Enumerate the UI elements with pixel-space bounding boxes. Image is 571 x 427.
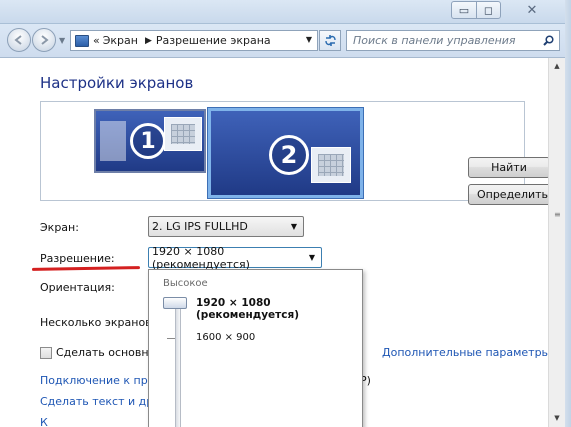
resolution-select[interactable]: 1920 × 1080 (рекомендуется) ▼ (148, 244, 322, 271)
identify-button[interactable]: Определить (468, 184, 557, 205)
close-button[interactable]: ✕ (510, 1, 554, 19)
find-button[interactable]: Найти (468, 157, 550, 178)
resolution-slider-thumb[interactable] (163, 297, 187, 309)
refresh-icon (324, 35, 336, 46)
resolution-option[interactable]: 1600 × 900 (196, 332, 255, 343)
chevron-down-icon: ▼ (290, 222, 297, 231)
title-bar: ▭ ◻ ✕ (0, 0, 571, 24)
chevron-down-icon: ▼ (308, 253, 315, 262)
resolution-label: Разрешение: (40, 252, 115, 265)
monitor-arrangement-panel: 1 2 Найти Определить (40, 101, 557, 205)
control-panel-icon (75, 34, 89, 47)
make-primary-checkbox[interactable] (40, 347, 52, 359)
vertical-scrollbar[interactable]: ▲ ≡ ▼ (548, 58, 565, 427)
navigation-toolbar: ▼ « Экран ▶ Разрешение экрана ▼ Поиск в … (0, 24, 571, 58)
monitor-2[interactable]: 2 (208, 108, 363, 198)
monitor-2-window-icon (311, 147, 351, 183)
slider-tick (167, 338, 175, 339)
scrollbar-grip-icon[interactable]: ≡ (554, 210, 561, 219)
page-title: Настройки экранов (40, 74, 194, 92)
breadcrumb-overflow[interactable]: « (93, 34, 100, 47)
address-dropdown-icon[interactable]: ▼ (306, 35, 312, 44)
screen-label: Экран: (40, 221, 79, 234)
forward-arrow-icon (41, 35, 49, 45)
orientation-label: Ориентация: (40, 281, 115, 294)
red-underline-annotation (31, 266, 141, 271)
close-icon: ✕ (526, 2, 538, 18)
resolution-slider-track[interactable] (175, 304, 181, 427)
history-dropdown-icon[interactable]: ▼ (59, 36, 65, 45)
maximize-button[interactable]: ◻ (476, 1, 501, 19)
search-icon[interactable] (543, 35, 554, 46)
high-label: Высокое (163, 278, 208, 289)
breadcrumb-item-screen[interactable]: Экран (103, 34, 138, 47)
address-bar[interactable]: « Экран ▶ Разрешение экрана ▼ (70, 30, 318, 51)
scroll-up-icon[interactable]: ▲ (549, 58, 565, 74)
content-area: Настройки экранов 1 2 Найти Определить Э… (0, 58, 571, 427)
resolution-dropdown: Высокое 1920 × 1080 (рекомендуется) 1600… (148, 269, 363, 427)
monitor-1[interactable]: 1 (94, 109, 206, 173)
window-border (565, 0, 571, 427)
multiple-displays-label: Несколько экранов: (40, 316, 156, 329)
monitor-1-number: 1 (130, 123, 166, 159)
search-placeholder: Поиск в панели управления (353, 34, 516, 47)
screen-select-value: 2. LG IPS FULLHD (152, 220, 248, 233)
breadcrumb-item-resolution[interactable]: Разрешение экрана (156, 34, 271, 47)
back-button[interactable] (7, 28, 31, 52)
screen-select[interactable]: 2. LG IPS FULLHD ▼ (148, 216, 304, 237)
minimize-button[interactable]: ▭ (451, 1, 477, 19)
refresh-button[interactable] (319, 30, 341, 51)
scroll-down-icon[interactable]: ▼ (549, 410, 565, 426)
resolution-option[interactable]: 1920 × 1080 (рекомендуется) (196, 297, 362, 321)
maximize-icon: ◻ (483, 3, 494, 17)
forward-button[interactable] (32, 28, 56, 52)
monitor-2-number: 2 (269, 135, 309, 175)
advanced-settings-link[interactable]: Дополнительные параметры (382, 346, 550, 359)
back-arrow-icon (14, 35, 22, 45)
resolution-select-value: 1920 × 1080 (рекомендуется) (152, 244, 250, 271)
minimize-icon: ▭ (458, 3, 470, 17)
more-link[interactable]: К (40, 416, 48, 427)
breadcrumb-separator-icon[interactable]: ▶ (145, 36, 152, 46)
monitor-1-window-icon (164, 117, 202, 151)
search-input[interactable]: Поиск в панели управления (346, 30, 560, 51)
monitor-1-window-preview (100, 121, 126, 161)
